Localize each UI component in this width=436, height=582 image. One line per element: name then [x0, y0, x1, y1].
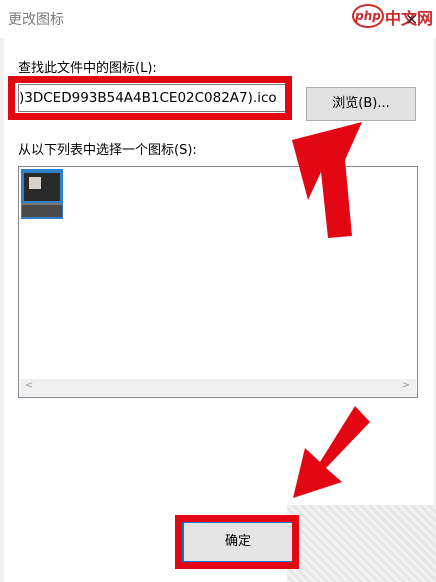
annotation-arrow-up-shape [292, 122, 362, 238]
annotation-arrow-up [292, 122, 370, 498]
annotation-arrow-down-shape [293, 406, 370, 498]
